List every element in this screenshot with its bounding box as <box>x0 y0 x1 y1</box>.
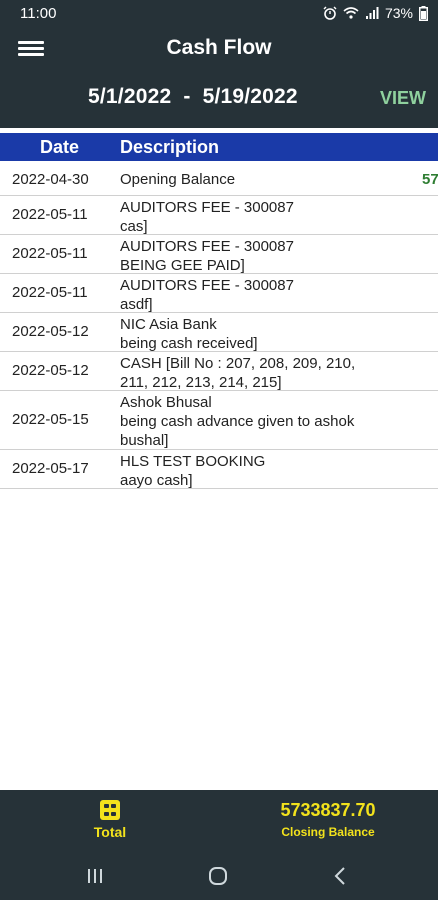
row-description-line: asdf] <box>120 296 153 313</box>
row-date: 2022-04-30 <box>12 171 89 188</box>
row-description-line: AUDITORS FEE - 300087 <box>120 238 294 255</box>
row-description: NIC Asia Bank being cash received] <box>120 315 420 353</box>
signal-icon <box>365 7 379 19</box>
system-nav-bar <box>0 850 438 900</box>
battery-percent: 73% <box>384 5 413 21</box>
row-description-line: NIC Asia Bank <box>120 316 217 333</box>
battery-icon <box>419 5 428 21</box>
table-header: Date Description <box>0 133 438 161</box>
table-row[interactable]: 2022-04-30 Opening Balance 57 <box>0 163 438 196</box>
column-header-description: Description <box>120 137 220 157</box>
closing-balance-value: 5733837.70 <box>280 800 376 820</box>
table-row[interactable]: 2022-05-11 AUDITORS FEE - 300087 cas] <box>0 196 438 235</box>
status-time: 11:00 <box>20 5 57 22</box>
row-description-line: AUDITORS FEE - 300087 <box>120 277 294 294</box>
row-description-line: cas] <box>120 218 148 235</box>
bottom-summary-bar: Total 5733837.70 Closing Balance <box>0 790 438 850</box>
table-row[interactable]: 2022-05-15 Ashok Bhusal being cash advanc… <box>0 391 438 450</box>
app-bar: Cash Flow 5/1/2022-5/19/2022 VIEW <box>0 28 438 128</box>
status-bar: 11:00 73% <box>0 0 438 28</box>
date-separator: - <box>183 85 191 108</box>
row-description: HLS TEST BOOKING aayo cash] <box>120 452 420 490</box>
row-description: Ashok Bhusal being cash advance given to … <box>120 393 420 450</box>
view-button[interactable]: VIEW <box>380 88 426 109</box>
row-description-line: being cash advance given to ashok <box>120 413 355 430</box>
row-description-line: Ashok Bhusal <box>120 394 212 411</box>
row-description: AUDITORS FEE - 300087 BEING GEE PAID] <box>120 237 420 275</box>
row-description-line: aayo cash] <box>120 472 193 489</box>
row-date: 2022-05-11 <box>12 245 88 262</box>
total-label: Total <box>93 824 127 840</box>
column-header-date: Date <box>40 137 80 157</box>
home-icon[interactable] <box>203 864 233 888</box>
alarm-icon <box>323 6 337 20</box>
row-amount: 57 <box>422 171 438 188</box>
back-icon[interactable] <box>326 864 356 888</box>
cash-flow-list: 2022-04-30 Opening Balance 57 2022-05-11… <box>0 163 438 489</box>
closing-balance: 5733837.70 Closing Balance <box>268 800 388 839</box>
table-row[interactable]: 2022-05-12 CASH [Bill No : 207, 208, 209… <box>0 352 438 391</box>
row-description-line: AUDITORS FEE - 300087 <box>120 199 294 216</box>
row-description: AUDITORS FEE - 300087 asdf] <box>120 276 420 314</box>
row-description: CASH [Bill No : 207, 208, 209, 210, 211, … <box>120 354 420 392</box>
from-date[interactable]: 5/1/2022 <box>88 85 171 108</box>
total-button[interactable]: Total <box>84 800 136 840</box>
table-row[interactable]: 2022-05-11 AUDITORS FEE - 300087 BEING GE… <box>0 235 438 274</box>
wifi-icon <box>343 7 359 19</box>
row-date: 2022-05-11 <box>12 284 88 301</box>
row-description-line: CASH [Bill No : 207, 208, 209, 210, <box>120 355 356 372</box>
date-range: 5/1/2022-5/19/2022 <box>88 85 298 109</box>
grid-icon <box>100 800 120 820</box>
status-icons: 73% <box>323 5 428 21</box>
row-date: 2022-05-12 <box>12 323 89 340</box>
to-date[interactable]: 5/19/2022 <box>203 85 298 108</box>
row-description: Opening Balance <box>120 170 420 189</box>
table-row[interactable]: 2022-05-17 HLS TEST BOOKING aayo cash] <box>0 450 438 489</box>
table-row[interactable]: 2022-05-12 NIC Asia Bank being cash recei… <box>0 313 438 352</box>
row-date: 2022-05-11 <box>12 206 88 223</box>
row-date: 2022-05-17 <box>12 460 89 477</box>
closing-balance-label: Closing Balance <box>281 825 375 839</box>
row-description-line: Opening Balance <box>120 171 236 188</box>
recent-apps-icon[interactable] <box>80 864 110 888</box>
row-description: AUDITORS FEE - 300087 cas] <box>120 198 420 236</box>
row-description-line: BEING GEE PAID] <box>120 257 245 274</box>
page-title: Cash Flow <box>166 36 272 59</box>
row-description-line: being cash received] <box>120 335 258 352</box>
row-date: 2022-05-15 <box>12 411 89 428</box>
row-description-line: HLS TEST BOOKING <box>120 453 266 470</box>
row-date: 2022-05-12 <box>12 362 89 379</box>
row-description-line: 211, 212, 213, 214, 215] <box>120 374 282 391</box>
table-row[interactable]: 2022-05-11 AUDITORS FEE - 300087 asdf] <box>0 274 438 313</box>
row-description-line: bushal] <box>120 432 169 449</box>
